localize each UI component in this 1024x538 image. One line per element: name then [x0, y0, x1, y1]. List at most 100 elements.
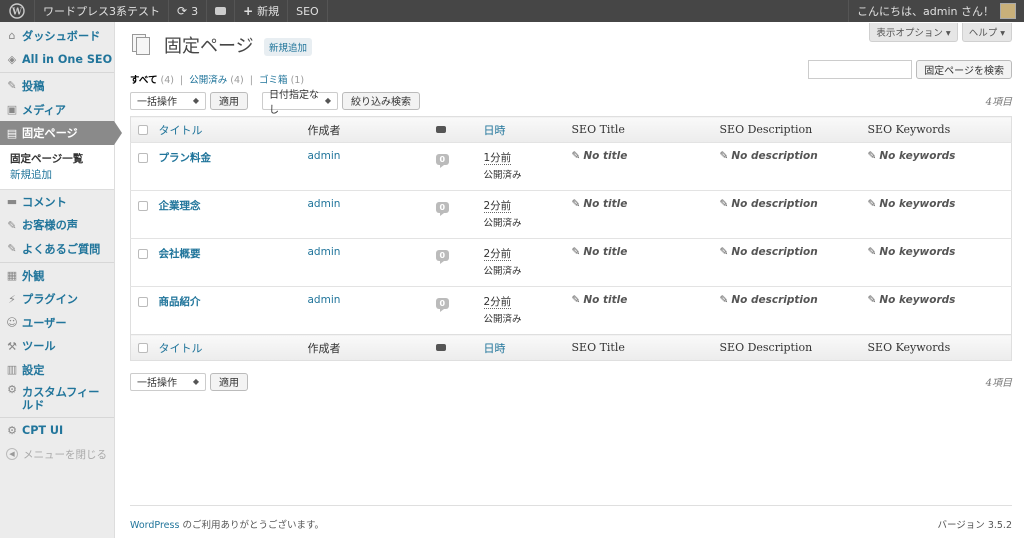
seo-keywords-value[interactable]: ✎ No keywords — [868, 246, 956, 258]
filter-button[interactable]: 絞り込み検索 — [342, 91, 420, 110]
menu-media[interactable]: ▣ メディア — [0, 98, 114, 122]
apply-button-bottom[interactable]: 適用 — [210, 372, 248, 391]
filter-all[interactable]: すべて — [130, 75, 157, 86]
pencil-icon: ✎ — [571, 198, 581, 210]
table-row: 商品紹介 admin 0 2分前 公開済み ✎ No title ✎ No descriptio… — [130, 286, 1012, 335]
row-checkbox[interactable] — [138, 153, 148, 163]
tools-icon: ⚒ — [7, 339, 17, 353]
pages-icon: ▤ — [6, 126, 18, 140]
tablenav-top: 一括操作 ◆ 適用 日付指定なし ◆ 絞り込み検索 4項目 — [130, 88, 1012, 116]
comment-count-badge[interactable]: 0 — [435, 154, 450, 168]
select-all-checkbox-footer[interactable] — [138, 342, 148, 353]
updown-arrow-icon: ◆ — [324, 96, 331, 105]
row-author-link[interactable]: admin — [308, 150, 341, 162]
settings-icon: ▥ — [6, 363, 18, 377]
seo-link[interactable]: SEO — [288, 0, 327, 22]
gear-icon: ⚙ — [7, 424, 17, 438]
apply-button[interactable]: 適用 — [210, 91, 248, 110]
comment-count-badge[interactable]: 0 — [435, 250, 450, 264]
comment-count-badge[interactable]: 0 — [435, 298, 450, 312]
submenu-add-new[interactable]: 新規追加 — [10, 167, 114, 183]
footer: WordPress のご利用ありがとうございます。 バージョン 3.5.2 — [130, 505, 1012, 531]
row-checkbox[interactable] — [138, 249, 148, 259]
seo-description-value[interactable]: ✎ No description — [720, 150, 818, 162]
filter-trash[interactable]: ゴミ箱 — [259, 75, 288, 86]
comment-count-badge[interactable]: 0 — [435, 202, 450, 216]
filter-published[interactable]: 公開済み — [189, 75, 227, 86]
seo-title-value[interactable]: ✎ No title — [572, 246, 628, 258]
wordpress-logo-icon[interactable]: W — [0, 0, 34, 22]
wordpress-link[interactable]: WordPress — [130, 520, 179, 531]
menu-testimonials[interactable]: ✎ お客様の声 — [0, 214, 114, 238]
table-row: 会社概要 admin 0 2分前 公開済み ✎ No title ✎ No descriptio… — [130, 238, 1012, 287]
pin-icon: ✎ — [7, 218, 17, 232]
seo-keywords-value[interactable]: ✎ No keywords — [868, 150, 956, 162]
column-comments[interactable] — [435, 116, 484, 143]
search-pages-button[interactable]: 固定ページを検索 — [916, 60, 1012, 79]
menu-plugins[interactable]: ⚡ プラグイン — [0, 287, 114, 311]
seo-description-value[interactable]: ✎ No description — [720, 246, 818, 258]
screen-options-button[interactable]: 表示オプション ▾ — [869, 23, 958, 42]
select-all-checkbox[interactable] — [138, 124, 148, 135]
menu-comments[interactable]: ▬ コメント — [0, 190, 114, 214]
shield-icon: ◈ — [7, 52, 17, 66]
users-icon: ☺ — [6, 316, 18, 330]
menu-tools[interactable]: ⚒ ツール — [0, 335, 114, 359]
column-title-footer[interactable]: タイトル — [158, 334, 308, 361]
my-account-link[interactable]: こんにちは、admin さん！ — [849, 0, 1024, 22]
seo-title-value[interactable]: ✎ No title — [572, 150, 628, 162]
menu-appearance[interactable]: ▦ 外観 — [0, 264, 114, 288]
submenu-all-pages[interactable]: 固定ページ一覧 — [10, 151, 114, 167]
search-input[interactable] — [808, 60, 913, 79]
column-date-footer[interactable]: 日時 — [483, 334, 572, 361]
menu-settings[interactable]: ▥ 設定 — [0, 358, 114, 382]
seo-keywords-value[interactable]: ✎ No keywords — [868, 294, 956, 306]
seo-description-value[interactable]: ✎ No description — [720, 198, 818, 210]
updates-link[interactable]: ⟳ 3 — [169, 0, 206, 22]
row-title-link[interactable]: 商品紹介 — [159, 296, 201, 308]
plugin-icon: ⚡ — [8, 292, 16, 306]
pencil-icon: ✎ — [719, 294, 729, 306]
row-checkbox[interactable] — [138, 201, 148, 211]
seo-description-value[interactable]: ✎ No description — [720, 294, 818, 306]
row-title-link[interactable]: 企業理念 — [159, 200, 201, 212]
menu-users[interactable]: ☺ ユーザー — [0, 311, 114, 335]
row-checkbox[interactable] — [138, 297, 148, 307]
seo-keywords-value[interactable]: ✎ No keywords — [868, 198, 956, 210]
help-button[interactable]: ヘルプ ▾ — [961, 23, 1012, 42]
row-title-link[interactable]: 会社概要 — [159, 248, 201, 260]
row-author-link[interactable]: admin — [308, 198, 341, 210]
comments-link[interactable] — [207, 0, 234, 22]
seo-title-value[interactable]: ✎ No title — [572, 294, 628, 306]
menu-faq[interactable]: ✎ よくあるご質問 — [0, 237, 114, 261]
main-content: 固定ページ 新規追加 表示オプション ▾ ヘルプ ▾ すべて (4) | 公開済… — [130, 22, 1012, 394]
refresh-icon: ⟳ — [177, 4, 188, 18]
bulk-action-select[interactable]: 一括操作 ◆ — [130, 91, 206, 110]
pencil-icon: ✎ — [571, 150, 581, 162]
tablenav-bottom: 一括操作 ◆ 適用 4項目 — [130, 369, 1012, 394]
bulk-action-select-bottom[interactable]: 一括操作 ◆ — [130, 372, 206, 391]
add-new-button[interactable]: 新規追加 — [264, 38, 313, 56]
collapse-menu-button[interactable]: ◀ メニューを閉じる — [0, 442, 114, 466]
menu-dashboard[interactable]: ⌂ ダッシュボード — [0, 24, 114, 48]
menu-all-in-one-seo[interactable]: ◈ All in One SEO — [0, 48, 114, 72]
pages-table: タイトル 作成者 日時 SEO Title SEO Description SE… — [130, 116, 1012, 361]
menu-pages[interactable]: ▤ 固定ページ — [0, 121, 122, 145]
menu-custom-fields[interactable]: ⚙ カスタムフィールド — [0, 382, 114, 416]
seo-title-value[interactable]: ✎ No title — [572, 198, 628, 210]
comment-icon — [215, 7, 227, 15]
pencil-icon: ✎ — [571, 294, 581, 306]
column-seo-description-footer: SEO Description — [719, 334, 868, 361]
site-name-link[interactable]: ワードプレス3系テスト — [35, 0, 168, 22]
column-title[interactable]: タイトル — [158, 116, 308, 143]
column-comments-footer[interactable] — [435, 334, 484, 361]
row-title-link[interactable]: プラン料金 — [159, 152, 212, 164]
row-author-link[interactable]: admin — [308, 246, 341, 258]
new-content-link[interactable]: + 新規 — [235, 0, 287, 22]
menu-cpt-ui[interactable]: ⚙ CPT UI — [0, 419, 114, 443]
date-filter-select[interactable]: 日付指定なし ◆ — [262, 90, 338, 116]
row-author-link[interactable]: admin — [308, 294, 341, 306]
admin-bar: W ワードプレス3系テスト ⟳ 3 + 新規 SEO こんにちは、admin さ… — [0, 0, 1024, 22]
menu-posts[interactable]: ✎ 投稿 — [0, 74, 114, 98]
column-date[interactable]: 日時 — [483, 116, 572, 143]
